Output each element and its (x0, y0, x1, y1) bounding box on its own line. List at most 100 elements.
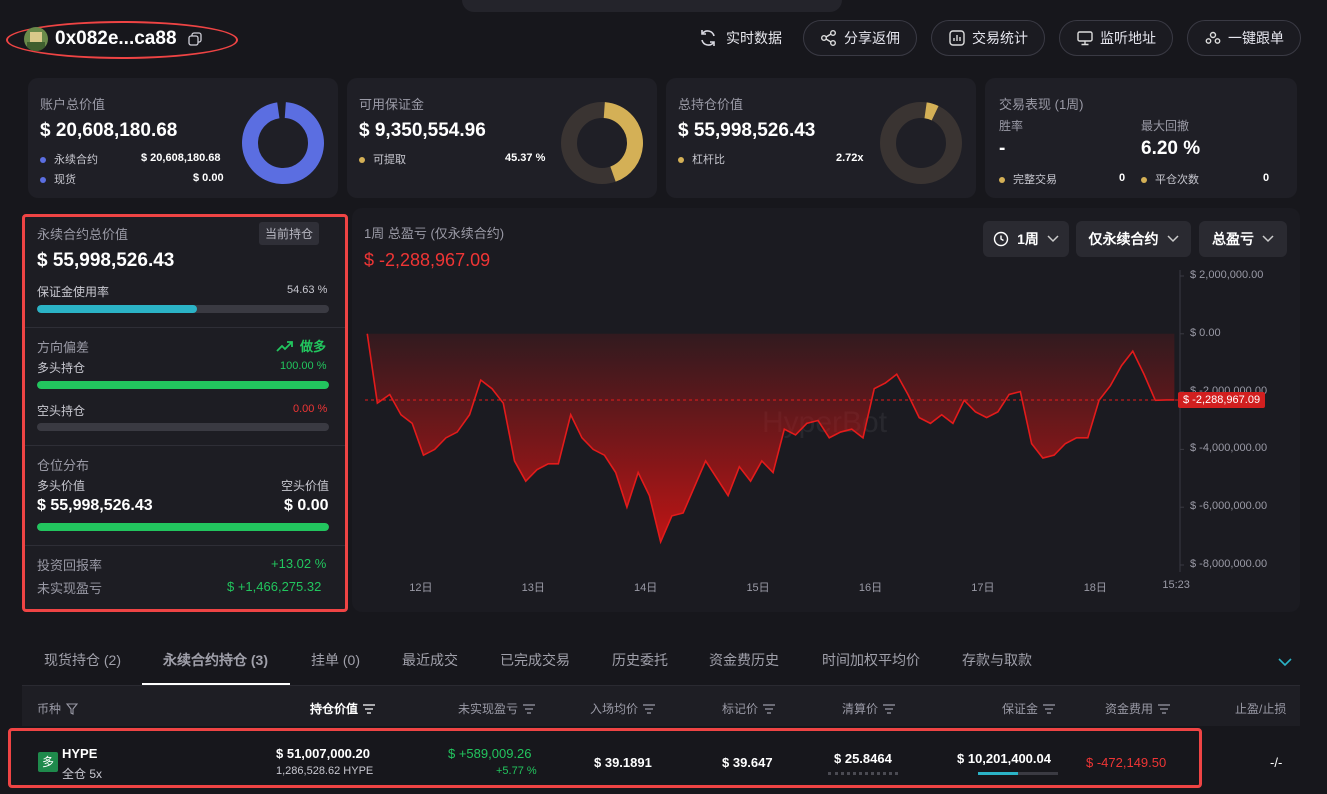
long-value-label: 多头价值 (37, 479, 86, 493)
header-liq[interactable]: 清算价 (842, 700, 896, 717)
close-count-label: 平仓次数 (1141, 171, 1199, 187)
drawdown-label: 最大回撤 (1141, 119, 1190, 133)
liq-dotted-bar (828, 772, 898, 775)
wallet-address: 0x082e...ca88 (55, 28, 177, 49)
perp-legend-value: $ 20,608,180.68 (141, 152, 221, 164)
header-coin[interactable]: 币种 (37, 700, 79, 717)
tab-order-history[interactable]: 历史委托 (612, 650, 668, 670)
header-funding[interactable]: 资金费用 (1105, 700, 1171, 717)
sort-icon (1043, 703, 1056, 714)
row-mark: $ 39.647 (722, 755, 773, 770)
close-count-value: 0 (1263, 172, 1270, 184)
x-tick-label: 12日 (409, 582, 433, 594)
header-mark[interactable]: 标记价 (722, 700, 776, 717)
tab-perp-underline (142, 683, 290, 685)
win-rate-value: - (999, 138, 1006, 159)
margin-mini-bar (978, 772, 1058, 775)
long-side-badge: 多 (38, 752, 58, 772)
trade-stats-label: 交易统计 (972, 30, 1028, 46)
roi-label: 投资回报率 (37, 558, 103, 573)
header-entry[interactable]: 入场均价 (590, 700, 656, 717)
available-margin-title: 可用保证金 (359, 97, 425, 112)
refresh-icon (701, 30, 715, 46)
tab-twap[interactable]: 时间加权平均价 (822, 650, 920, 670)
monitor-icon (1077, 31, 1093, 46)
top-banner[interactable] (462, 0, 842, 12)
trade-stats-button[interactable]: 交易统计 (931, 20, 1045, 56)
spot-legend-value: $ 0.00 (193, 172, 224, 184)
perp-panel: 永续合约总价值 当前持仓 $ 55,998,526.43 保证金使用率 54.6… (22, 214, 348, 612)
divider (25, 327, 345, 328)
y-tick-label: $ -6,000,000.00 (1190, 500, 1268, 513)
x-tick-label: 14日 (634, 582, 658, 594)
tab-deposits[interactable]: 存款与取款 (962, 650, 1032, 670)
sort-icon (643, 703, 656, 714)
margin-usage-bar (37, 305, 329, 313)
header-upnl[interactable]: 未实现盈亏 (458, 700, 536, 717)
short-value: $ 0.00 (284, 497, 329, 514)
row-mode: 全仓 5x (62, 767, 103, 781)
sort-icon (763, 703, 776, 714)
total-position-value: $ 55,998,526.43 (678, 120, 816, 141)
trend-up-icon (276, 340, 293, 352)
short-pct: 0.00 % (293, 403, 328, 415)
current-position-badge[interactable]: 当前持仓 (259, 222, 320, 245)
y-tick-label: $ -4,000,000.00 (1190, 442, 1268, 455)
account-value-card: 账户总价值 $ 20,608,180.68 永续合约 $ 20,608,180.… (28, 78, 338, 198)
metric-select[interactable]: 总盈亏 (1199, 221, 1287, 257)
monitor-address-label: 监听地址 (1100, 30, 1156, 46)
x-tick-label: 17日 (971, 582, 995, 594)
copy-trade-button[interactable]: 一键跟单 (1187, 20, 1301, 56)
realtime-data-label: 实时数据 (726, 30, 782, 46)
long-bar (37, 381, 329, 389)
collapse-chevron-icon[interactable] (1278, 655, 1292, 670)
divider (25, 445, 345, 446)
chart-icon (949, 30, 965, 46)
drawdown-value: 6.20 % (1141, 138, 1201, 159)
distribution-bar (37, 523, 329, 531)
scope-select[interactable]: 仅永续合约 (1076, 221, 1191, 257)
bias-label: 方向偏差 (37, 340, 90, 355)
sort-icon (523, 703, 536, 714)
y-tick-label: $ 0.00 (1190, 326, 1221, 339)
row-margin: $ 10,201,400.04 (957, 751, 1051, 766)
monitor-address-button[interactable]: 监听地址 (1059, 20, 1173, 56)
tab-funding-history[interactable]: 资金费历史 (709, 650, 779, 670)
header-value[interactable]: 持仓价值 (310, 700, 376, 717)
row-tpsl[interactable]: -/- (1270, 755, 1282, 770)
perp-legend-label: 永续合约 (40, 151, 98, 167)
margin-donut (561, 102, 643, 184)
distribution-label: 仓位分布 (37, 458, 90, 473)
short-label: 空头持仓 (37, 404, 86, 418)
long-value: $ 55,998,526.43 (37, 497, 153, 514)
row-size: 1,286,528.62 HYPE (276, 765, 374, 777)
period-select[interactable]: 1周 (983, 221, 1069, 257)
leverage-donut (880, 102, 962, 184)
header-margin[interactable]: 保证金 (1002, 700, 1056, 717)
y-tick-label: $ -8,000,000.00 (1190, 558, 1268, 570)
share-rebate-button[interactable]: 分享返佣 (803, 20, 917, 56)
avatar (24, 27, 48, 51)
performance-card: 交易表现 (1周) 胜率 - 最大回撤 6.20 % 完整交易 0 平仓次数 0 (985, 78, 1297, 198)
leverage-value: 2.72x (836, 152, 864, 164)
tab-perp[interactable]: 永续合约持仓 (3) (163, 650, 268, 670)
row-upnl: $ +589,009.26 (448, 746, 532, 761)
realtime-data-button[interactable]: 实时数据 (698, 28, 782, 48)
upnl-value: $ +1,466,275.32 (227, 579, 322, 594)
period-value: 1周 (1017, 231, 1039, 247)
pnl-chart[interactable]: HyperBot (352, 260, 1300, 600)
bias-value: 做多 (300, 339, 327, 354)
clock-icon (993, 231, 1009, 247)
tab-spot[interactable]: 现货持仓 (2) (44, 650, 121, 670)
tab-orders[interactable]: 挂单 (0) (311, 650, 360, 670)
distribution-fill (37, 523, 329, 531)
scope-value: 仅永续合约 (1088, 231, 1159, 247)
long-label: 多头持仓 (37, 361, 86, 375)
total-position-card: 总持仓价值 $ 55,998,526.43 杠杆比 2.72x (666, 78, 976, 198)
copy-icon[interactable] (188, 32, 202, 49)
row-coin[interactable]: HYPE (62, 746, 97, 761)
row-upnl-pct: +5.77 % (496, 765, 537, 777)
tab-recent-fills[interactable]: 最近成交 (402, 650, 458, 670)
tab-completed[interactable]: 已完成交易 (500, 650, 570, 670)
metric-value: 总盈亏 (1212, 231, 1254, 247)
